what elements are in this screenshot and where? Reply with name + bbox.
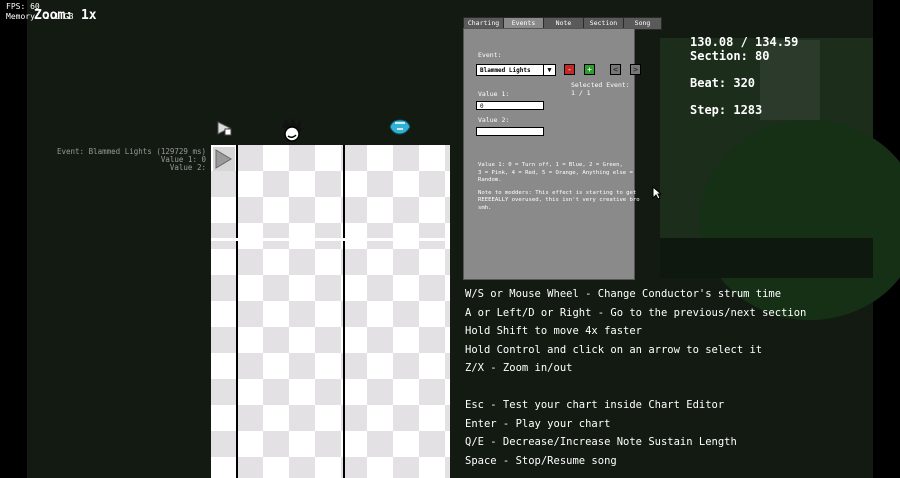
description-line: REEEEALLY overused, this isn't very crea… xyxy=(478,197,640,211)
value1-label: Value 1: xyxy=(478,90,510,98)
remove-event-button[interactable]: - xyxy=(564,64,575,75)
value2-input[interactable] xyxy=(476,127,544,136)
help-line: Space - Stop/Resume song xyxy=(465,454,617,467)
add-event-button[interactable]: + xyxy=(584,64,595,75)
conductor-strum-line xyxy=(211,238,450,241)
section-counter: Section: 80 xyxy=(690,49,770,63)
description-line: Note to modders: This effect is starting… xyxy=(478,189,637,196)
event-note-icon[interactable] xyxy=(213,147,235,171)
event-dropdown[interactable]: Blammed Lights ▼ xyxy=(476,64,556,76)
stage-floor xyxy=(660,238,873,278)
help-line: Hold Shift to move 4x faster xyxy=(465,325,643,337)
zoom-label: Zoom: 1x xyxy=(34,8,97,23)
value2-label: Value 2: xyxy=(478,116,510,124)
previous-event-button[interactable]: < xyxy=(610,64,621,75)
help-line: Esc - Test your chart inside Chart Edito… xyxy=(465,399,725,411)
step-counter: Step: 1283 xyxy=(690,103,763,117)
help-line: Q/E - Decrease/Increase Note Sustain Len… xyxy=(465,436,737,448)
mouse-cursor-icon xyxy=(652,186,662,200)
description-line: Value 1: 0 = Turn off, 1 = Blue, 2 = Gre… xyxy=(478,162,623,168)
song-time: 130.08 / 134.59 xyxy=(690,35,799,49)
strum-column-divider xyxy=(343,145,345,478)
help-line: Z/X - Zoom in/out xyxy=(465,362,573,374)
opponent-health-icon[interactable] xyxy=(278,117,306,143)
beat-counter: Beat: 320 xyxy=(690,76,756,90)
event-info-value2: Value 2: xyxy=(169,163,206,172)
event-description: Value 1: 0 = Turn off, 1 = Blue, 2 = Gre… xyxy=(478,162,648,212)
chart-grid[interactable] xyxy=(211,145,450,478)
event-dropdown-value: Blammed Lights xyxy=(480,67,531,74)
next-event-button[interactable]: > xyxy=(630,64,641,75)
event-column-divider xyxy=(236,145,238,478)
player-health-icon[interactable] xyxy=(388,118,412,136)
help-line: W/S or Mouse Wheel - Change Conductor's … xyxy=(465,288,782,300)
song-position-info: 130.08 / 134.59 Section: 80 Beat: 320 St… xyxy=(690,35,798,117)
description-line: 3 = Pink, 4 = Red, 5 = Orange, Anything … xyxy=(478,169,633,184)
selected-event-counter: Selected Event: 1 / 1 xyxy=(571,81,630,97)
event-label: Event: xyxy=(478,51,502,59)
chevron-down-icon[interactable]: ▼ xyxy=(543,65,555,75)
help-line: Hold Control and click on an arrow to se… xyxy=(465,343,763,356)
events-panel: Event: Blammed Lights ▼ - + < > Selected… xyxy=(463,28,641,280)
help-line xyxy=(465,378,806,397)
event-icon xyxy=(217,121,232,136)
value1-input[interactable]: 0 xyxy=(476,101,544,110)
help-line: A or Left/D or Right - Go to the previou… xyxy=(465,306,807,319)
controls-help: W/S or Mouse Wheel - Change Conductor's … xyxy=(465,285,806,470)
event-info: Event: Blammed Lights (129729 ms) Value … xyxy=(40,148,206,172)
help-line: Enter - Play your chart xyxy=(465,417,611,430)
